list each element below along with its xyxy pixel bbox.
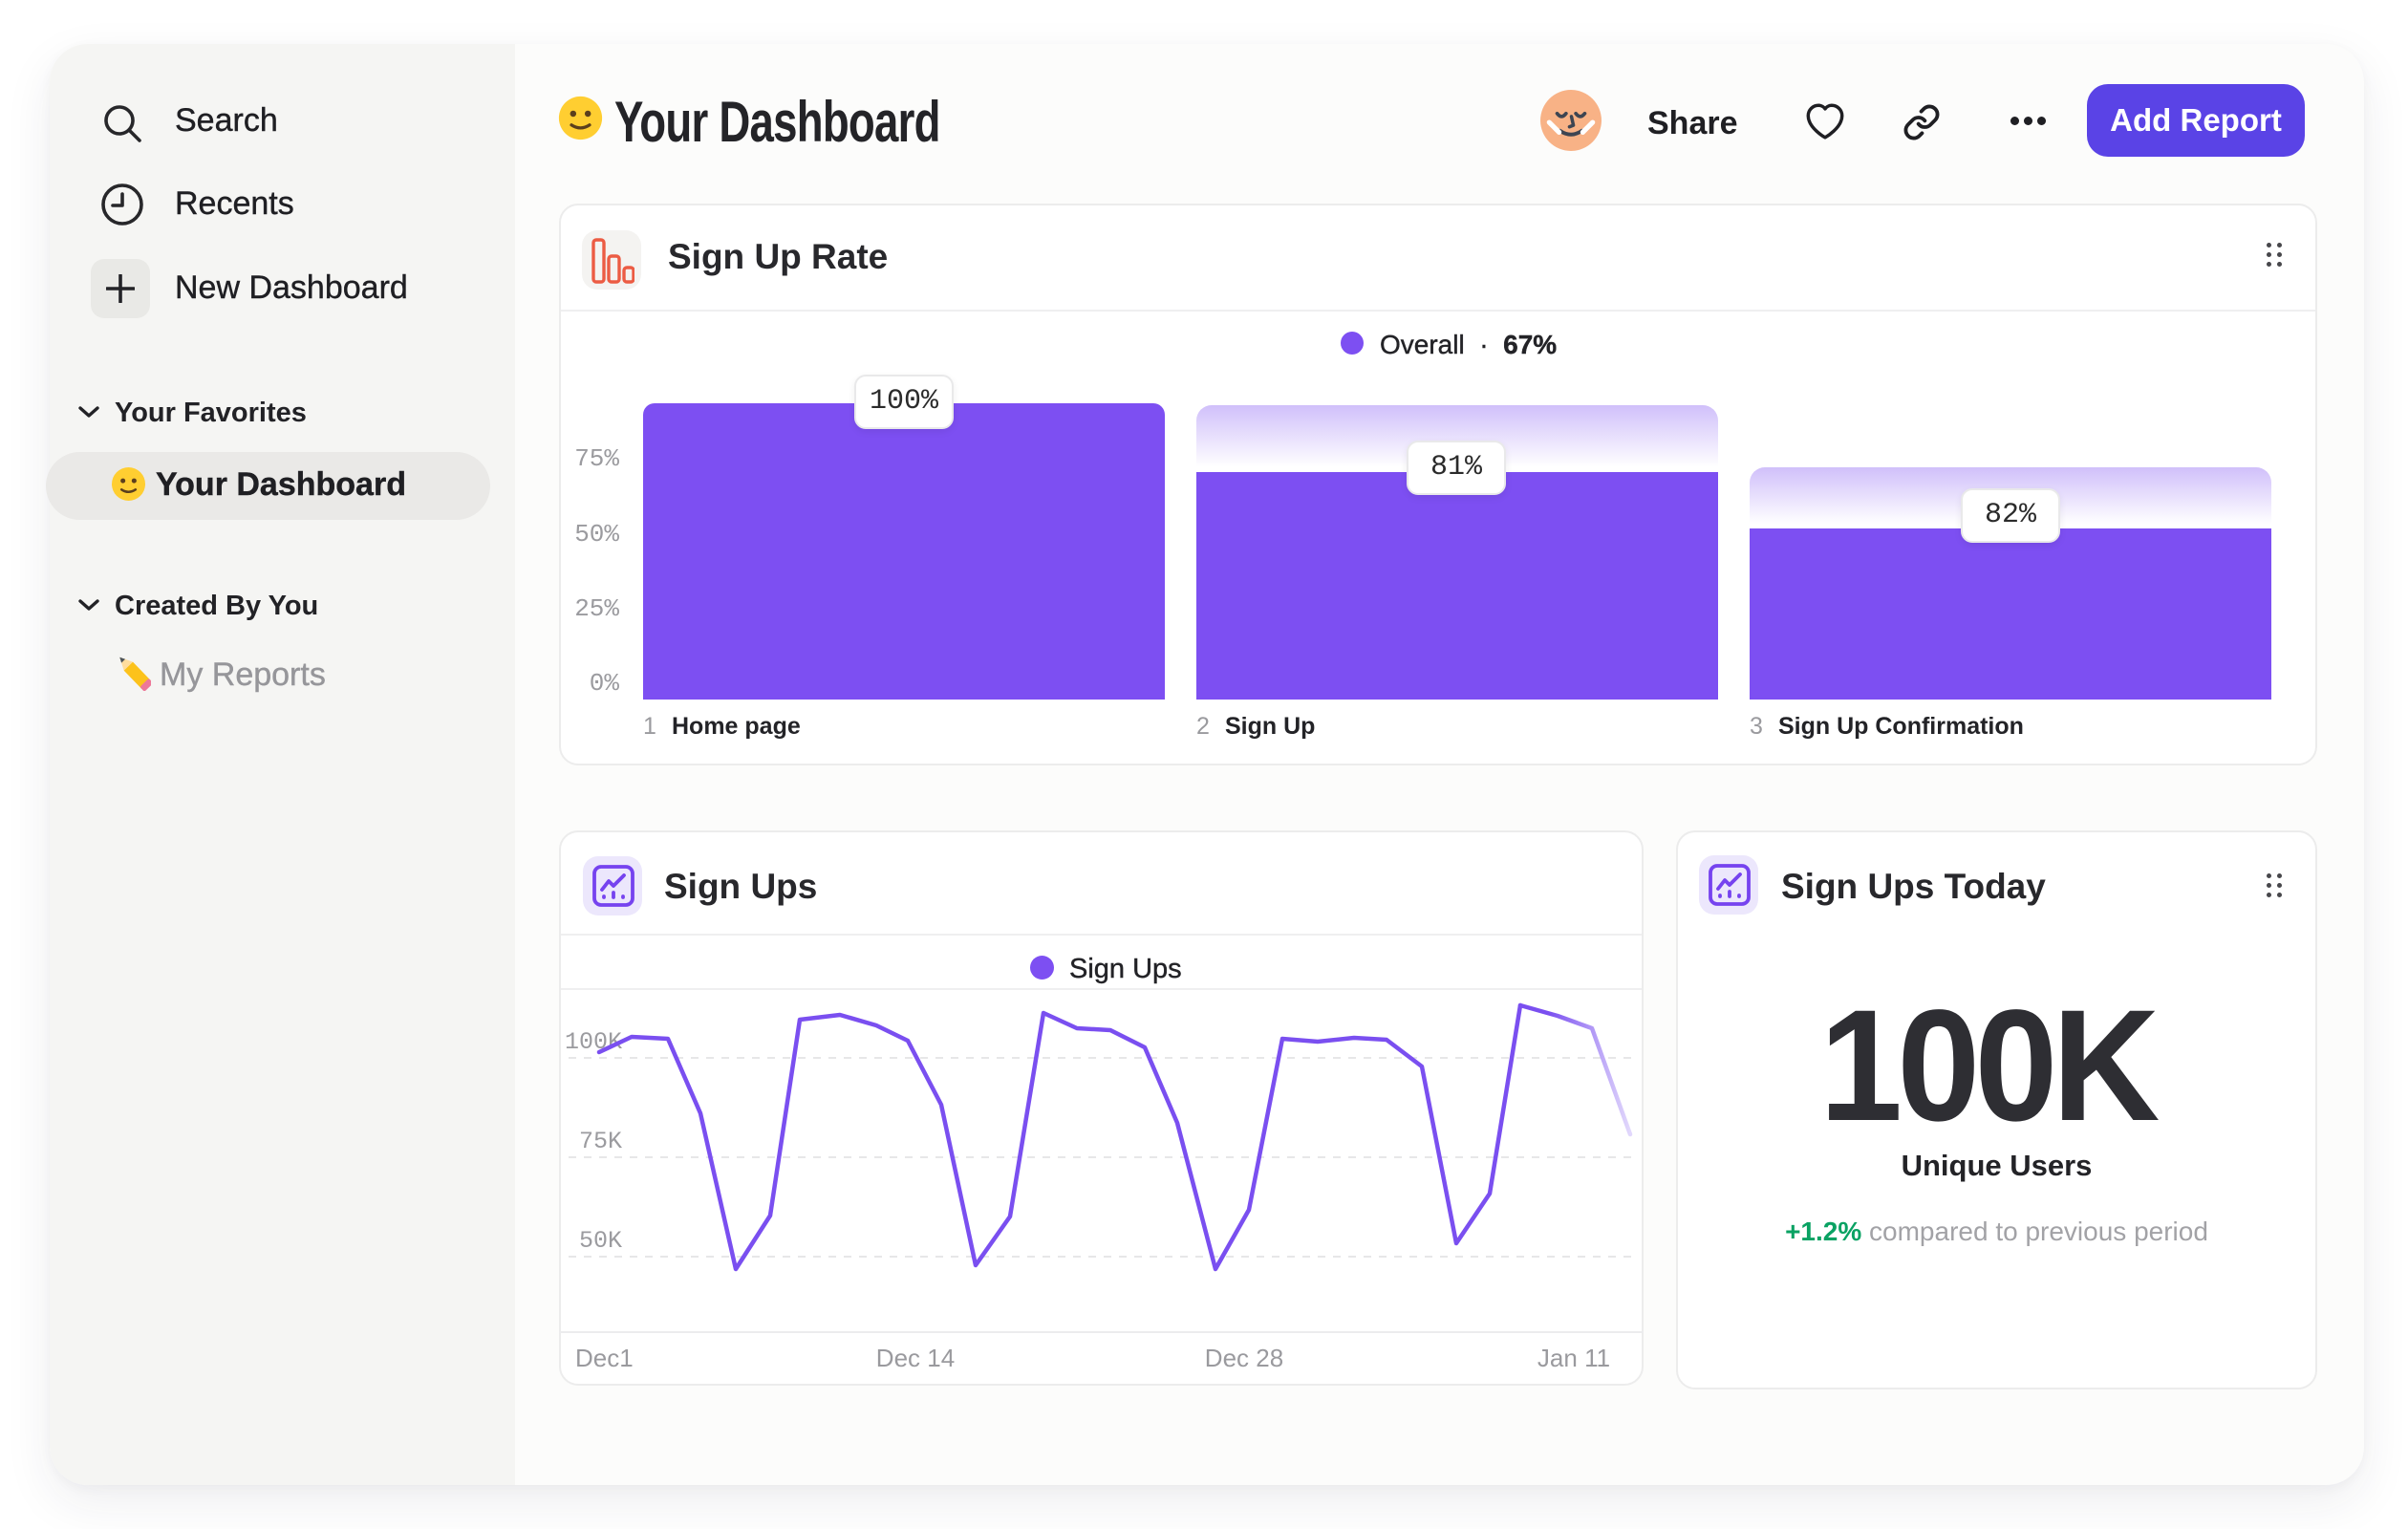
svg-text:Dec1: Dec1 bbox=[575, 1344, 634, 1372]
svg-text:50K: 50K bbox=[579, 1227, 622, 1255]
svg-text:100K: 100K bbox=[565, 1028, 622, 1056]
svg-text:75K: 75K bbox=[579, 1128, 622, 1155]
svg-text:Dec 14: Dec 14 bbox=[876, 1344, 955, 1372]
svg-text:Jan 11: Jan 11 bbox=[1537, 1344, 1610, 1372]
svg-text:Dec 28: Dec 28 bbox=[1205, 1344, 1283, 1372]
